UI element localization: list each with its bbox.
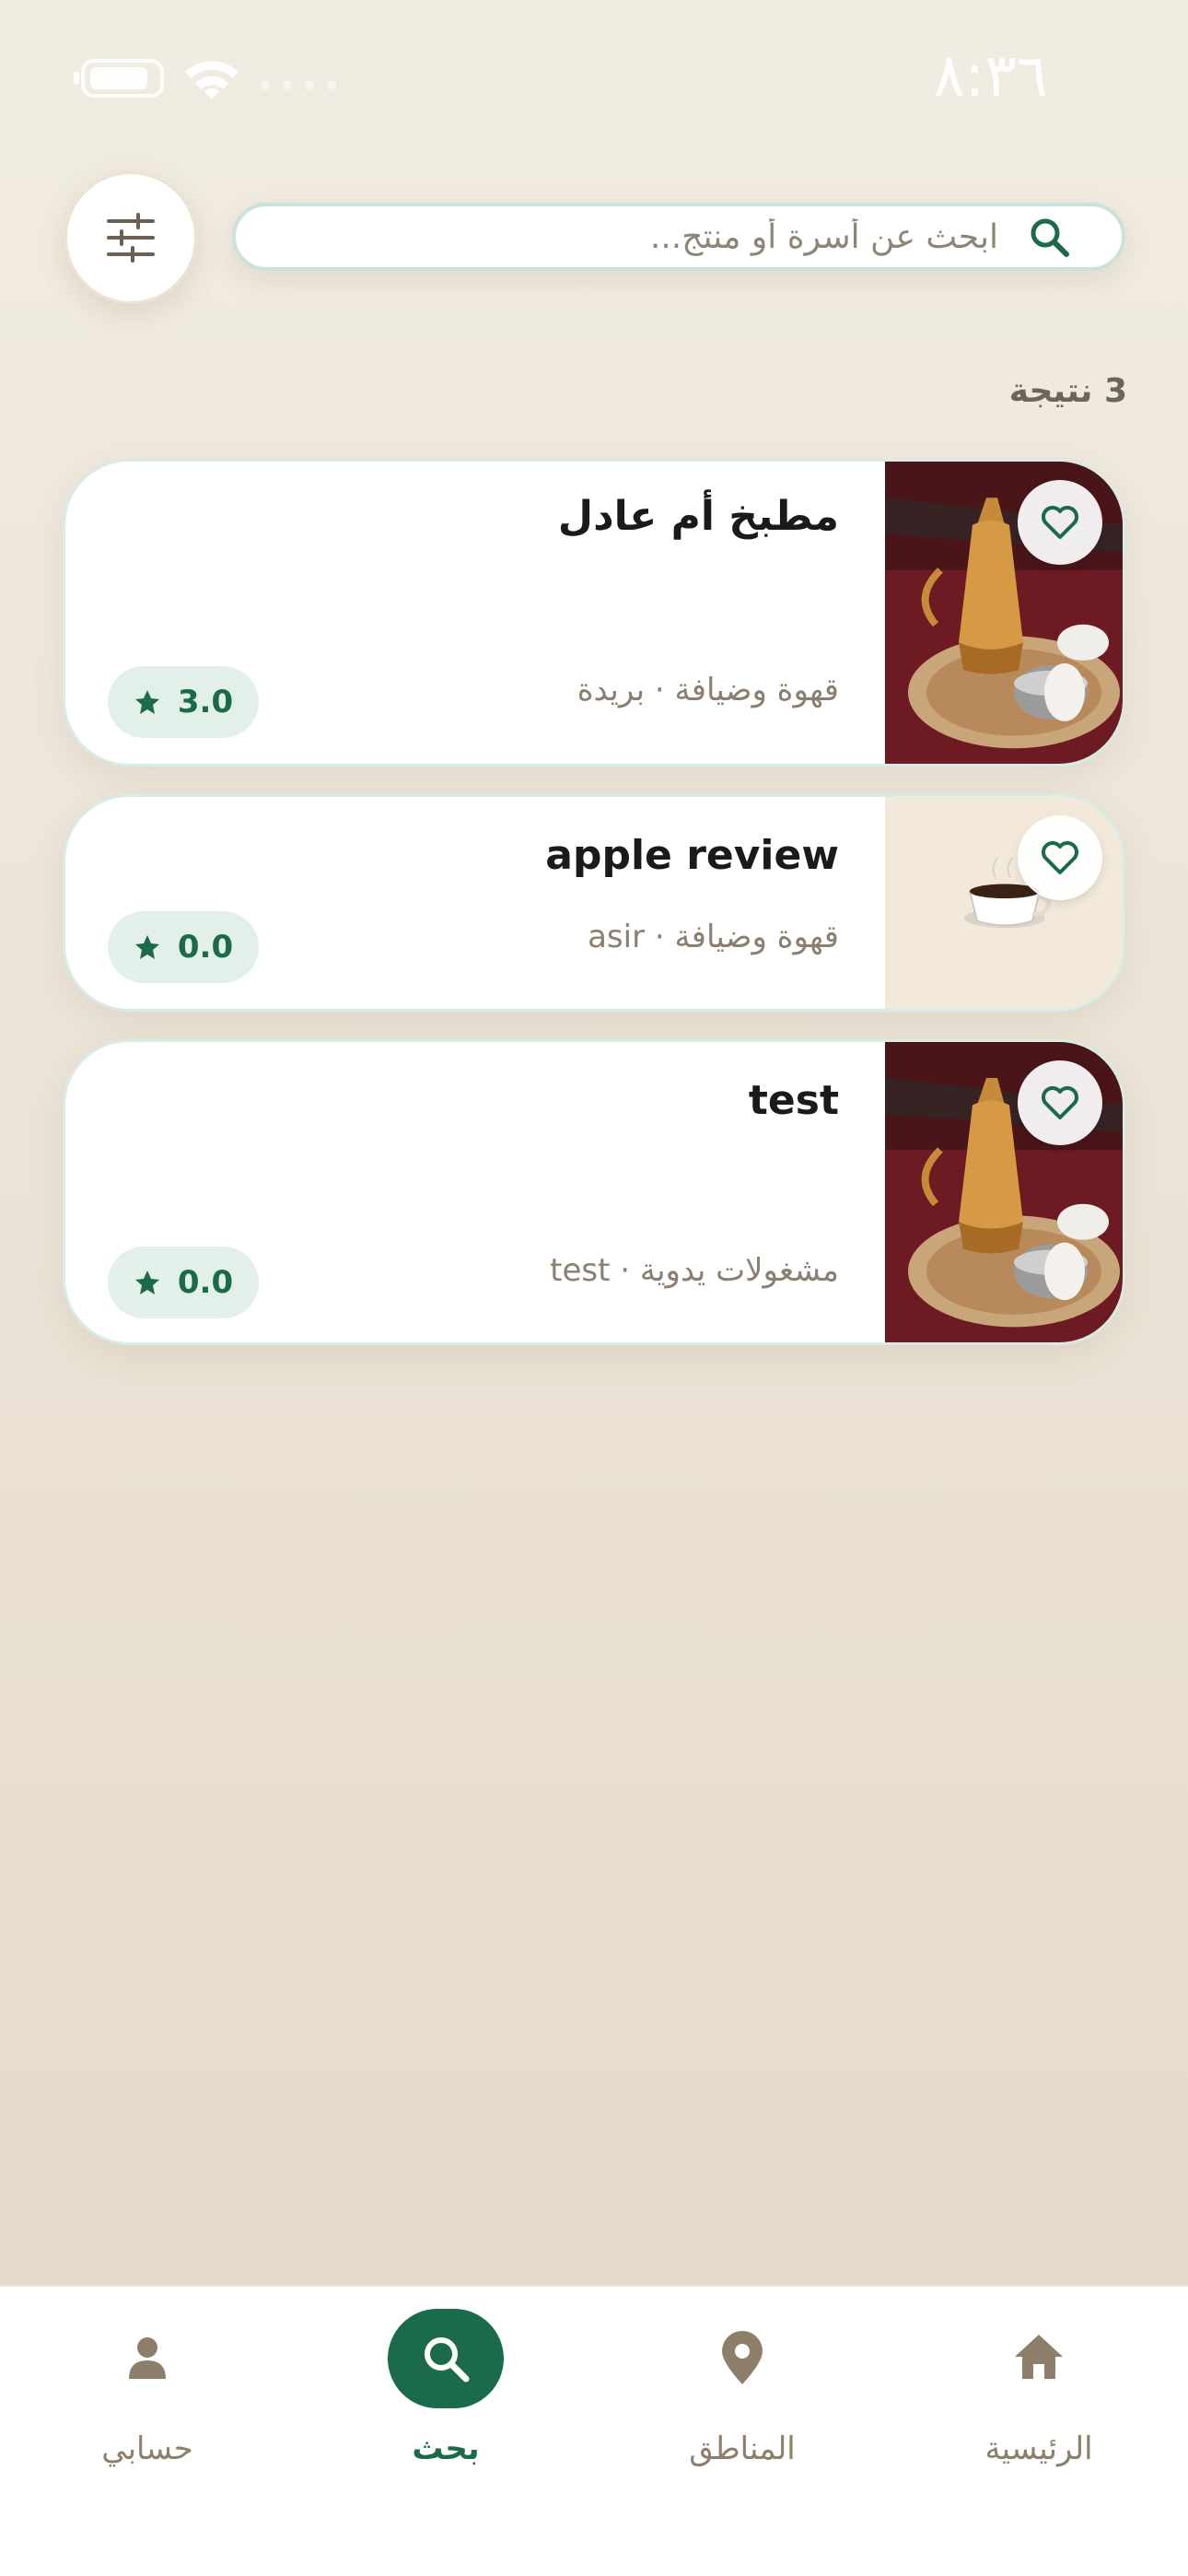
favorite-button[interactable] <box>1018 815 1102 900</box>
wifi-icon <box>185 61 239 100</box>
rating-value: 0.0 <box>177 929 234 966</box>
battery-icon <box>74 59 164 98</box>
bottom-nav: حسابي بحث المناطق الرئيسية <box>0 2285 1188 2576</box>
star-icon <box>134 690 159 714</box>
heart-icon <box>1042 506 1078 539</box>
nav-item-regions[interactable]: المناطق <box>632 2287 853 2471</box>
nav-label: حسابي <box>101 2430 193 2467</box>
sliders-icon <box>107 213 155 263</box>
rating-badge: 0.0 <box>108 911 259 983</box>
nav-item-home[interactable]: الرئيسية <box>928 2287 1149 2471</box>
nav-item-search[interactable]: بحث <box>335 2287 556 2471</box>
home-icon <box>1015 2335 1063 2379</box>
search-input[interactable] <box>236 217 998 256</box>
filter-button[interactable] <box>64 171 197 304</box>
favorite-button[interactable] <box>1018 1060 1102 1145</box>
results-count: 3 نتيجة <box>1008 372 1127 410</box>
nav-label: المناطق <box>689 2430 796 2467</box>
search-bar[interactable] <box>232 203 1125 271</box>
family-card[interactable]: test مشغولات يدوية · test 0.0 <box>63 1039 1125 1345</box>
favorite-button[interactable] <box>1018 480 1102 565</box>
rating-value: 3.0 <box>177 684 234 720</box>
family-card[interactable]: apple review قهوة وضيافة · asir 0.0 <box>63 794 1125 1012</box>
star-icon <box>134 935 159 959</box>
heart-icon <box>1042 1086 1078 1119</box>
nav-item-account[interactable]: حسابي <box>37 2287 258 2471</box>
family-meta: مشغولات يدوية · test <box>550 1252 839 1289</box>
active-indicator <box>388 2309 504 2408</box>
search-icon <box>425 2337 470 2383</box>
heart-icon <box>1042 841 1078 874</box>
rating-badge: 3.0 <box>108 666 259 738</box>
star-icon <box>134 1270 159 1294</box>
family-meta: قهوة وضيافة · بريدة <box>577 672 839 708</box>
rating-badge: 0.0 <box>108 1247 259 1318</box>
nav-label: الرئيسية <box>984 2430 1093 2467</box>
family-name: test <box>748 1077 839 1124</box>
rating-value: 0.0 <box>177 1264 234 1301</box>
family-name: مطبخ أم عادل <box>557 493 839 540</box>
family-meta: قهوة وضيافة · asir <box>588 919 839 955</box>
status-bar: •••• ٨:٣٦ <box>0 0 1188 157</box>
family-card[interactable]: مطبخ أم عادل قهوة وضيافة · بريدة 3.0 <box>63 459 1125 767</box>
search-icon <box>1031 218 1069 257</box>
user-icon <box>129 2337 166 2379</box>
location-pin-icon <box>722 2331 763 2384</box>
nav-label: بحث <box>412 2430 480 2467</box>
signal-icon: •••• <box>256 68 345 105</box>
family-name: apple review <box>545 832 839 879</box>
status-time: ٨:٣٦ <box>933 42 1048 111</box>
